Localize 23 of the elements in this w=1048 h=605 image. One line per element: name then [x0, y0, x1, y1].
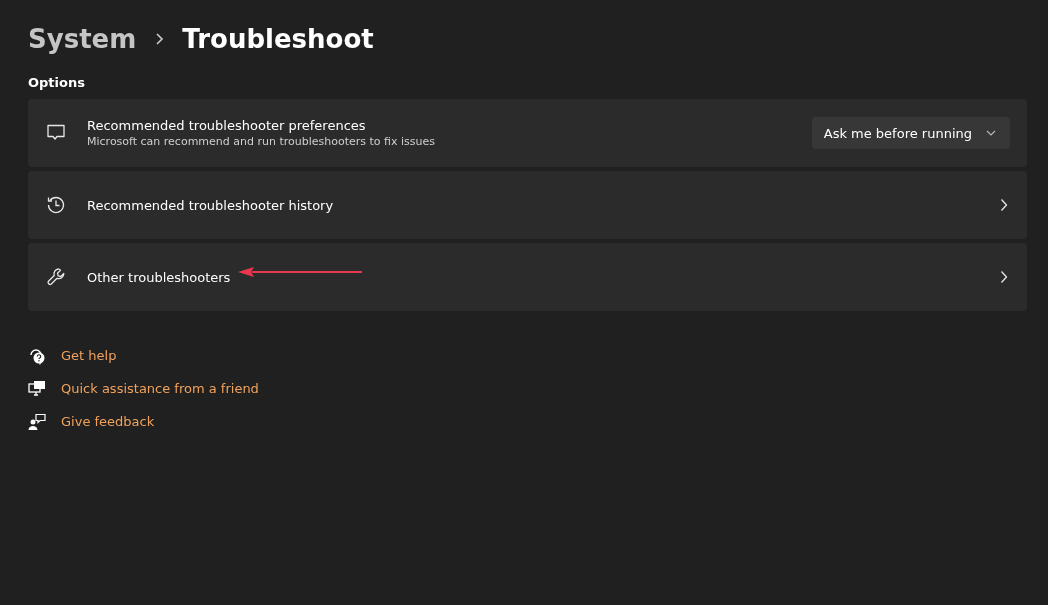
settings-row[interactable]: Other troubleshooters [28, 243, 1027, 311]
chevron-icon [154, 32, 165, 46]
chevron-icon [1000, 270, 1008, 284]
settings-row[interactable]: Recommended troubleshooter history [28, 171, 1027, 239]
help-icon [28, 346, 46, 365]
help-link[interactable]: Quick assistance from a friend [61, 381, 259, 396]
feedback-icon [28, 412, 46, 431]
dropdown[interactable]: Ask me before running [811, 117, 1010, 149]
row-title: Other troubleshooters [87, 269, 231, 285]
row-description: Microsoft can recommend and run troubleshooters to fix issues [87, 135, 435, 148]
settings-row[interactable]: Recommended troubleshooter preferences Microsoft can recommend and run troubleshooters to fix issues Ask me before running [28, 99, 1027, 167]
help-link[interactable]: Give feedback [61, 414, 155, 429]
caret-icon [986, 130, 996, 136]
row-title: Recommended troubleshooter history [87, 197, 334, 213]
monitors-icon [28, 379, 46, 398]
wrench-icon [46, 267, 66, 287]
help-link[interactable]: Get help [61, 348, 117, 363]
breadcrumb-item[interactable]: System [28, 24, 137, 54]
chevron-icon [1000, 198, 1008, 212]
breadcrumb-item: Troubleshoot [182, 24, 374, 54]
history-icon [46, 195, 66, 215]
section-title: Options [28, 75, 86, 90]
row-title: Recommended troubleshooter preferences [87, 118, 367, 133]
